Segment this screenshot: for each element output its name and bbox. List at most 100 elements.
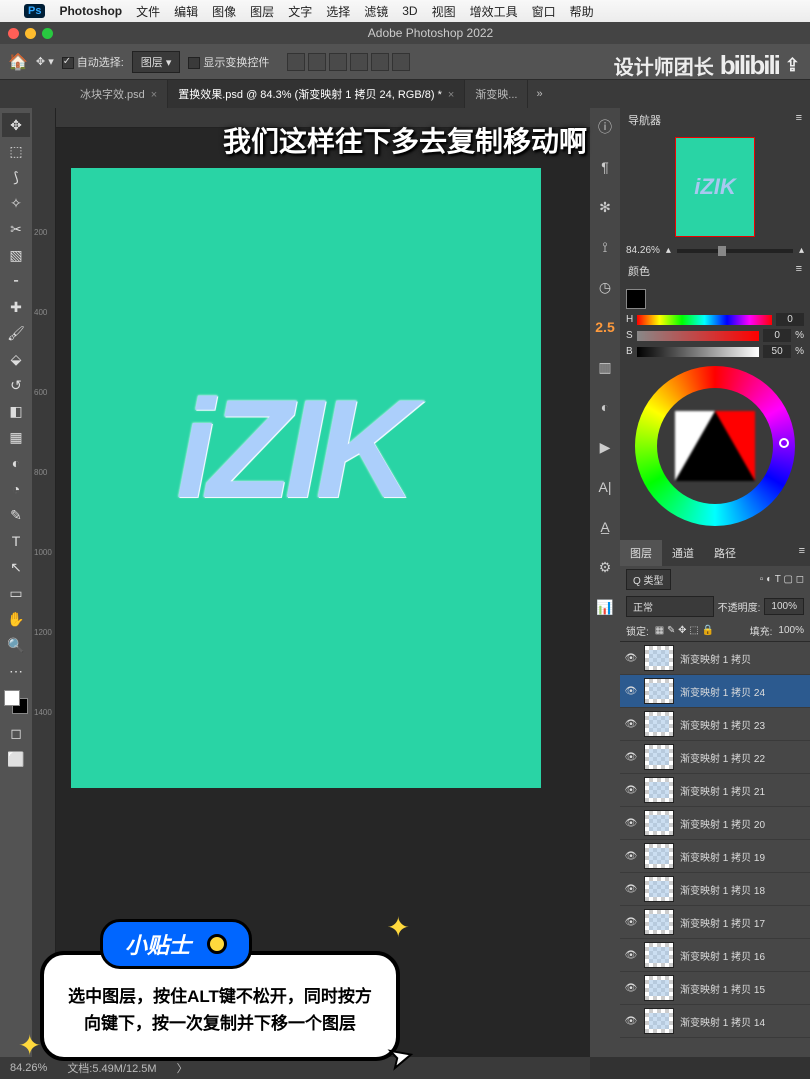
crop-tool[interactable]: ✂ — [2, 217, 30, 241]
foreground-swatch[interactable] — [626, 289, 646, 309]
adjustments-icon[interactable]: ◐ — [594, 396, 616, 418]
layer-row[interactable]: 👁渐变映射 1 拷贝 22 — [620, 741, 810, 774]
panel-menu-icon[interactable]: ≡ — [794, 540, 810, 566]
visibility-icon[interactable]: 👁 — [624, 1016, 638, 1027]
status-zoom[interactable]: 84.26% — [10, 1062, 47, 1074]
pen-tool[interactable]: ✎ — [2, 503, 30, 527]
character-icon[interactable]: A| — [594, 476, 616, 498]
eyedropper-tool[interactable]: ⁃ — [2, 269, 30, 293]
hue-slider[interactable] — [637, 315, 772, 325]
layer-thumbnail[interactable] — [644, 1008, 674, 1034]
tab-overflow-icon[interactable]: » — [528, 88, 550, 100]
type-tool[interactable]: T — [2, 529, 30, 553]
visibility-icon[interactable]: 👁 — [624, 917, 638, 928]
screen-mode-icon[interactable]: ⬜ — [2, 747, 30, 771]
visibility-icon[interactable]: 👁 — [624, 719, 638, 730]
layer-thumbnail[interactable] — [644, 876, 674, 902]
path-tool[interactable]: ↖ — [2, 555, 30, 579]
menu-3d[interactable]: 3D — [402, 4, 417, 18]
align-icon[interactable] — [392, 53, 410, 71]
sat-slider[interactable] — [637, 331, 759, 341]
fill-input[interactable]: 100% — [778, 625, 804, 636]
close-tab-icon[interactable]: × — [448, 89, 454, 101]
healing-tool[interactable]: ✚ — [2, 295, 30, 319]
history-brush-tool[interactable]: ↺ — [2, 373, 30, 397]
zoom-in-icon[interactable]: ▴ — [799, 245, 804, 256]
layer-thumbnail[interactable] — [644, 942, 674, 968]
visibility-icon[interactable]: 👁 — [624, 983, 638, 994]
menu-image[interactable]: 图像 — [212, 3, 236, 20]
layer-row[interactable]: 👁渐变映射 1 拷贝 23 — [620, 708, 810, 741]
maximize-window-icon[interactable] — [42, 28, 53, 39]
status-doc[interactable]: 文档:5.49M/12.5M — [67, 1060, 156, 1076]
brush-tool[interactable]: 🖌 — [2, 321, 30, 345]
visibility-icon[interactable]: 👁 — [624, 653, 638, 664]
bri-slider[interactable] — [637, 347, 759, 357]
layer-row[interactable]: 👁渐变映射 1 拷贝 16 — [620, 939, 810, 972]
align-icon[interactable] — [287, 53, 305, 71]
layer-row[interactable]: 👁渐变映射 1 拷贝 15 — [620, 972, 810, 1005]
show-transform-checkbox[interactable] — [188, 57, 200, 69]
gradient-tool[interactable]: ▦ — [2, 425, 30, 449]
zoom-tool[interactable]: 🔍 — [2, 633, 30, 657]
hue-value[interactable]: 0 — [776, 313, 804, 326]
document-tab[interactable]: 渐变映... — [465, 80, 528, 108]
paths-tab[interactable]: 路径 — [704, 540, 746, 566]
layer-thumbnail[interactable] — [644, 645, 674, 671]
layer-thumbnail[interactable] — [644, 975, 674, 1001]
histogram-icon[interactable]: 📊 — [594, 596, 616, 618]
visibility-icon[interactable]: 👁 — [624, 950, 638, 961]
wand-tool[interactable]: ✧ — [2, 191, 30, 215]
menu-type[interactable]: 文字 — [288, 3, 312, 20]
eraser-tool[interactable]: ◧ — [2, 399, 30, 423]
layer-thumbnail[interactable] — [644, 711, 674, 737]
panel-menu-icon[interactable]: ≡ — [796, 263, 802, 279]
badge-value[interactable]: 2.5 — [594, 316, 616, 338]
layer-row[interactable]: 👁渐变映射 1 拷贝 14 — [620, 1005, 810, 1038]
layer-thumbnail[interactable] — [644, 744, 674, 770]
share-icon[interactable]: ⇪ — [785, 55, 800, 76]
layer-thumbnail[interactable] — [644, 777, 674, 803]
menu-edit[interactable]: 编辑 — [174, 3, 198, 20]
layer-thumbnail[interactable] — [644, 678, 674, 704]
visibility-icon[interactable]: 👁 — [624, 686, 638, 697]
menu-help[interactable]: 帮助 — [570, 3, 594, 20]
close-tab-icon[interactable]: × — [151, 89, 157, 101]
close-window-icon[interactable] — [8, 28, 19, 39]
align-icon[interactable] — [308, 53, 326, 71]
stamp-tool[interactable]: ⬙ — [2, 347, 30, 371]
app-name[interactable]: Photoshop — [59, 4, 122, 18]
zoom-value[interactable]: 84.26% — [626, 245, 660, 256]
visibility-icon[interactable]: 👁 — [624, 785, 638, 796]
menu-window[interactable]: 窗口 — [532, 3, 556, 20]
visibility-icon[interactable]: 👁 — [624, 752, 638, 763]
quick-mask-icon[interactable]: ◻ — [2, 721, 30, 745]
color-panel-head[interactable]: 颜色≡ — [620, 259, 810, 283]
menu-plugins[interactable]: 增效工具 — [470, 3, 518, 20]
menu-layer[interactable]: 图层 — [250, 3, 274, 20]
layer-row[interactable]: 👁渐变映射 1 拷贝 21 — [620, 774, 810, 807]
properties-icon[interactable]: ⚙ — [594, 556, 616, 578]
layer-row[interactable]: 👁渐变映射 1 拷贝 24 — [620, 675, 810, 708]
layers-tab[interactable]: 图层 — [620, 540, 662, 566]
layer-thumbnail[interactable] — [644, 810, 674, 836]
zoom-slider[interactable] — [677, 249, 793, 253]
layer-row[interactable]: 👁渐变映射 1 拷贝 17 — [620, 906, 810, 939]
shape-tool[interactable]: ▭ — [2, 581, 30, 605]
visibility-icon[interactable]: 👁 — [624, 818, 638, 829]
document-tab[interactable]: 冰块字效.psd× — [70, 80, 168, 108]
glyphs-icon[interactable]: A̲ — [594, 516, 616, 538]
layer-row[interactable]: 👁渐变映射 1 拷贝 — [620, 642, 810, 675]
canvas-area[interactable]: iZIK — [56, 108, 590, 1057]
filter-type-dropdown[interactable]: Q 类型 — [626, 569, 671, 590]
frame-tool[interactable]: ▧ — [2, 243, 30, 267]
lasso-tool[interactable]: ⟆ — [2, 165, 30, 189]
menu-view[interactable]: 视图 — [432, 3, 456, 20]
visibility-icon[interactable]: 👁 — [624, 851, 638, 862]
auto-select-checkbox[interactable] — [62, 57, 74, 69]
menu-filter[interactable]: 滤镜 — [364, 3, 388, 20]
home-icon[interactable]: 🏠 — [8, 52, 28, 72]
ruler-icon[interactable]: ⟟ — [594, 236, 616, 258]
layer-row[interactable]: 👁渐变映射 1 拷贝 19 — [620, 840, 810, 873]
hand-tool[interactable]: ✋ — [2, 607, 30, 631]
